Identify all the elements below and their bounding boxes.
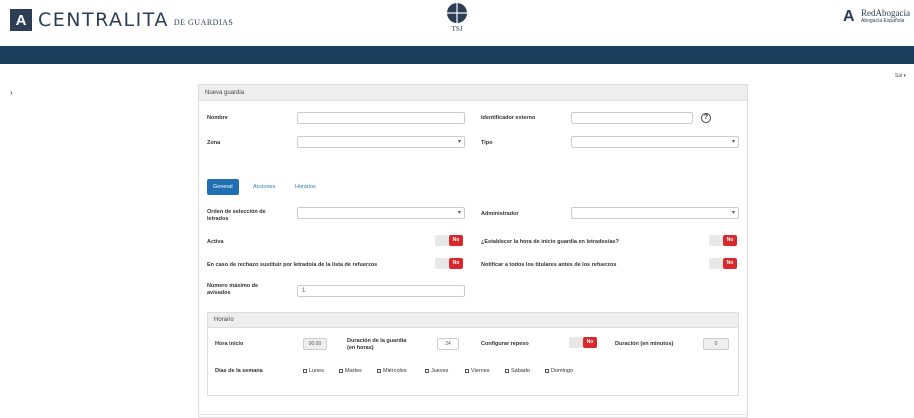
notificar-toggle[interactable]: No bbox=[723, 258, 737, 269]
redabogacia-logo[interactable]: A RedAbogacía Abogacía Española bbox=[843, 8, 910, 26]
establecer-toggle-track bbox=[709, 235, 723, 246]
activo-label: Activa bbox=[207, 239, 224, 245]
chevron-down-icon: ▾ bbox=[457, 139, 461, 145]
activo-toggle-track bbox=[435, 235, 449, 246]
configurar-toggle[interactable]: No bbox=[583, 337, 597, 348]
sustituir-toggle[interactable]: No bbox=[449, 258, 463, 269]
administrador-select[interactable]: ▾ bbox=[571, 207, 739, 219]
day-label: Viernes bbox=[471, 368, 490, 374]
hora-inicio-input[interactable]: 00:00 bbox=[303, 338, 327, 350]
checkbox-icon[interactable] bbox=[425, 369, 429, 373]
day-label: Lunes bbox=[309, 368, 324, 374]
checkbox-icon[interactable] bbox=[545, 369, 549, 373]
abogacia-logo-icon: A bbox=[10, 9, 32, 31]
panel-footer-divider bbox=[198, 414, 748, 418]
day-checkbox[interactable]: Domingo bbox=[545, 368, 573, 374]
identificador-input[interactable] bbox=[571, 112, 693, 124]
redabogacia-subtitle: Abogacía Española bbox=[861, 18, 905, 24]
chevron-down-icon: ▾ bbox=[457, 210, 461, 216]
sustituir-label: En caso de rechazo sustituir por letrado… bbox=[207, 262, 378, 268]
orden-label: Orden de selección de letrados bbox=[207, 209, 266, 222]
day-label: Jueves bbox=[431, 368, 449, 374]
tab-horarios[interactable]: Horarios bbox=[289, 179, 322, 195]
day-checkbox[interactable]: Sábado bbox=[505, 368, 530, 374]
tsj-logo: TSJ bbox=[445, 3, 469, 43]
day-label: Miércoles bbox=[383, 368, 407, 374]
nombre-input[interactable] bbox=[297, 112, 465, 124]
activo-toggle[interactable]: No bbox=[449, 235, 463, 246]
checkbox-icon[interactable] bbox=[303, 369, 307, 373]
configurar-toggle-track bbox=[569, 337, 583, 348]
checkbox-icon[interactable] bbox=[377, 369, 381, 373]
numero-input[interactable]: 1 bbox=[297, 285, 465, 297]
app-subtitle: DE GUARDIAS bbox=[173, 17, 234, 27]
globe-icon bbox=[447, 3, 467, 23]
orden-select[interactable]: ▾ bbox=[297, 207, 465, 219]
checkbox-icon[interactable] bbox=[465, 369, 469, 373]
establecer-label: ¿Establecer la hora de inicio guardia en… bbox=[481, 239, 619, 245]
top-navbar bbox=[0, 46, 914, 64]
nueva-guardia-panel: Nueva guardia Nombre Identificador exter… bbox=[198, 84, 748, 418]
configurar-label: Configurar repeso bbox=[481, 341, 529, 347]
day-checkbox[interactable]: Lunes bbox=[303, 368, 324, 374]
numero-label: Número máximo de avisados bbox=[207, 283, 259, 296]
app-title: CENTRALITA bbox=[38, 9, 169, 31]
horario-title: Horario bbox=[208, 313, 738, 328]
tab-general[interactable]: General bbox=[207, 179, 239, 195]
day-checkbox[interactable]: Martes bbox=[339, 368, 362, 374]
horario-panel: Horario bbox=[207, 312, 739, 396]
tsj-logo-text: TSJ bbox=[451, 25, 463, 33]
panel-title: Nueva guardia bbox=[199, 85, 747, 101]
day-checkbox[interactable]: Jueves bbox=[425, 368, 448, 374]
tipo-label: Tipo bbox=[481, 140, 493, 146]
checkbox-icon[interactable] bbox=[339, 369, 343, 373]
dias-label: Días de la semana bbox=[215, 368, 263, 374]
hora-inicio-label: Hora inicio bbox=[215, 341, 244, 347]
duracion-label: Duración de la guardia (en horas) bbox=[347, 338, 407, 351]
establecer-toggle[interactable]: No bbox=[723, 235, 737, 246]
redabogacia-logo-icon: A bbox=[843, 8, 855, 25]
nombre-label: Nombre bbox=[207, 115, 228, 121]
identificador-label: Identificador externo bbox=[481, 115, 536, 121]
duracion-input[interactable]: 24 bbox=[437, 338, 459, 350]
notificar-label: Notificar a todos los titulares antes de… bbox=[481, 262, 617, 268]
chevron-down-icon: ▾ bbox=[731, 139, 735, 145]
chevron-down-icon: ▾ bbox=[731, 210, 735, 216]
checkbox-icon[interactable] bbox=[505, 369, 509, 373]
day-label: Domingo bbox=[551, 368, 574, 374]
tab-acciones[interactable]: Acciones bbox=[247, 179, 281, 195]
sustituir-toggle-track bbox=[435, 258, 449, 269]
user-menu-link[interactable]: Sal ▾ bbox=[895, 73, 906, 79]
app-header: A CENTRALITA DE GUARDIAS TSJ A RedAbogac… bbox=[0, 0, 914, 46]
sidebar-toggle-icon[interactable]: › bbox=[10, 88, 13, 97]
zona-label: Zona bbox=[207, 140, 221, 146]
redabogacia-title: RedAbogacía bbox=[861, 8, 910, 18]
zona-select[interactable]: ▾ bbox=[297, 136, 465, 148]
tipo-select[interactable]: ▾ bbox=[571, 136, 739, 148]
duracion-min-input[interactable]: 0 bbox=[703, 338, 729, 350]
day-checkbox[interactable]: Miércoles bbox=[377, 368, 407, 374]
day-label: Martes bbox=[345, 368, 362, 374]
day-checkbox[interactable]: Viernes bbox=[465, 368, 490, 374]
help-icon[interactable]: ? bbox=[701, 113, 711, 123]
duracion-min-label: Duración (en minutos) bbox=[615, 341, 674, 347]
notificar-toggle-track bbox=[709, 258, 723, 269]
centralita-logo[interactable]: A CENTRALITA DE GUARDIAS bbox=[10, 9, 233, 31]
administrador-label: Administrador bbox=[481, 211, 519, 217]
day-label: Sábado bbox=[511, 368, 530, 374]
